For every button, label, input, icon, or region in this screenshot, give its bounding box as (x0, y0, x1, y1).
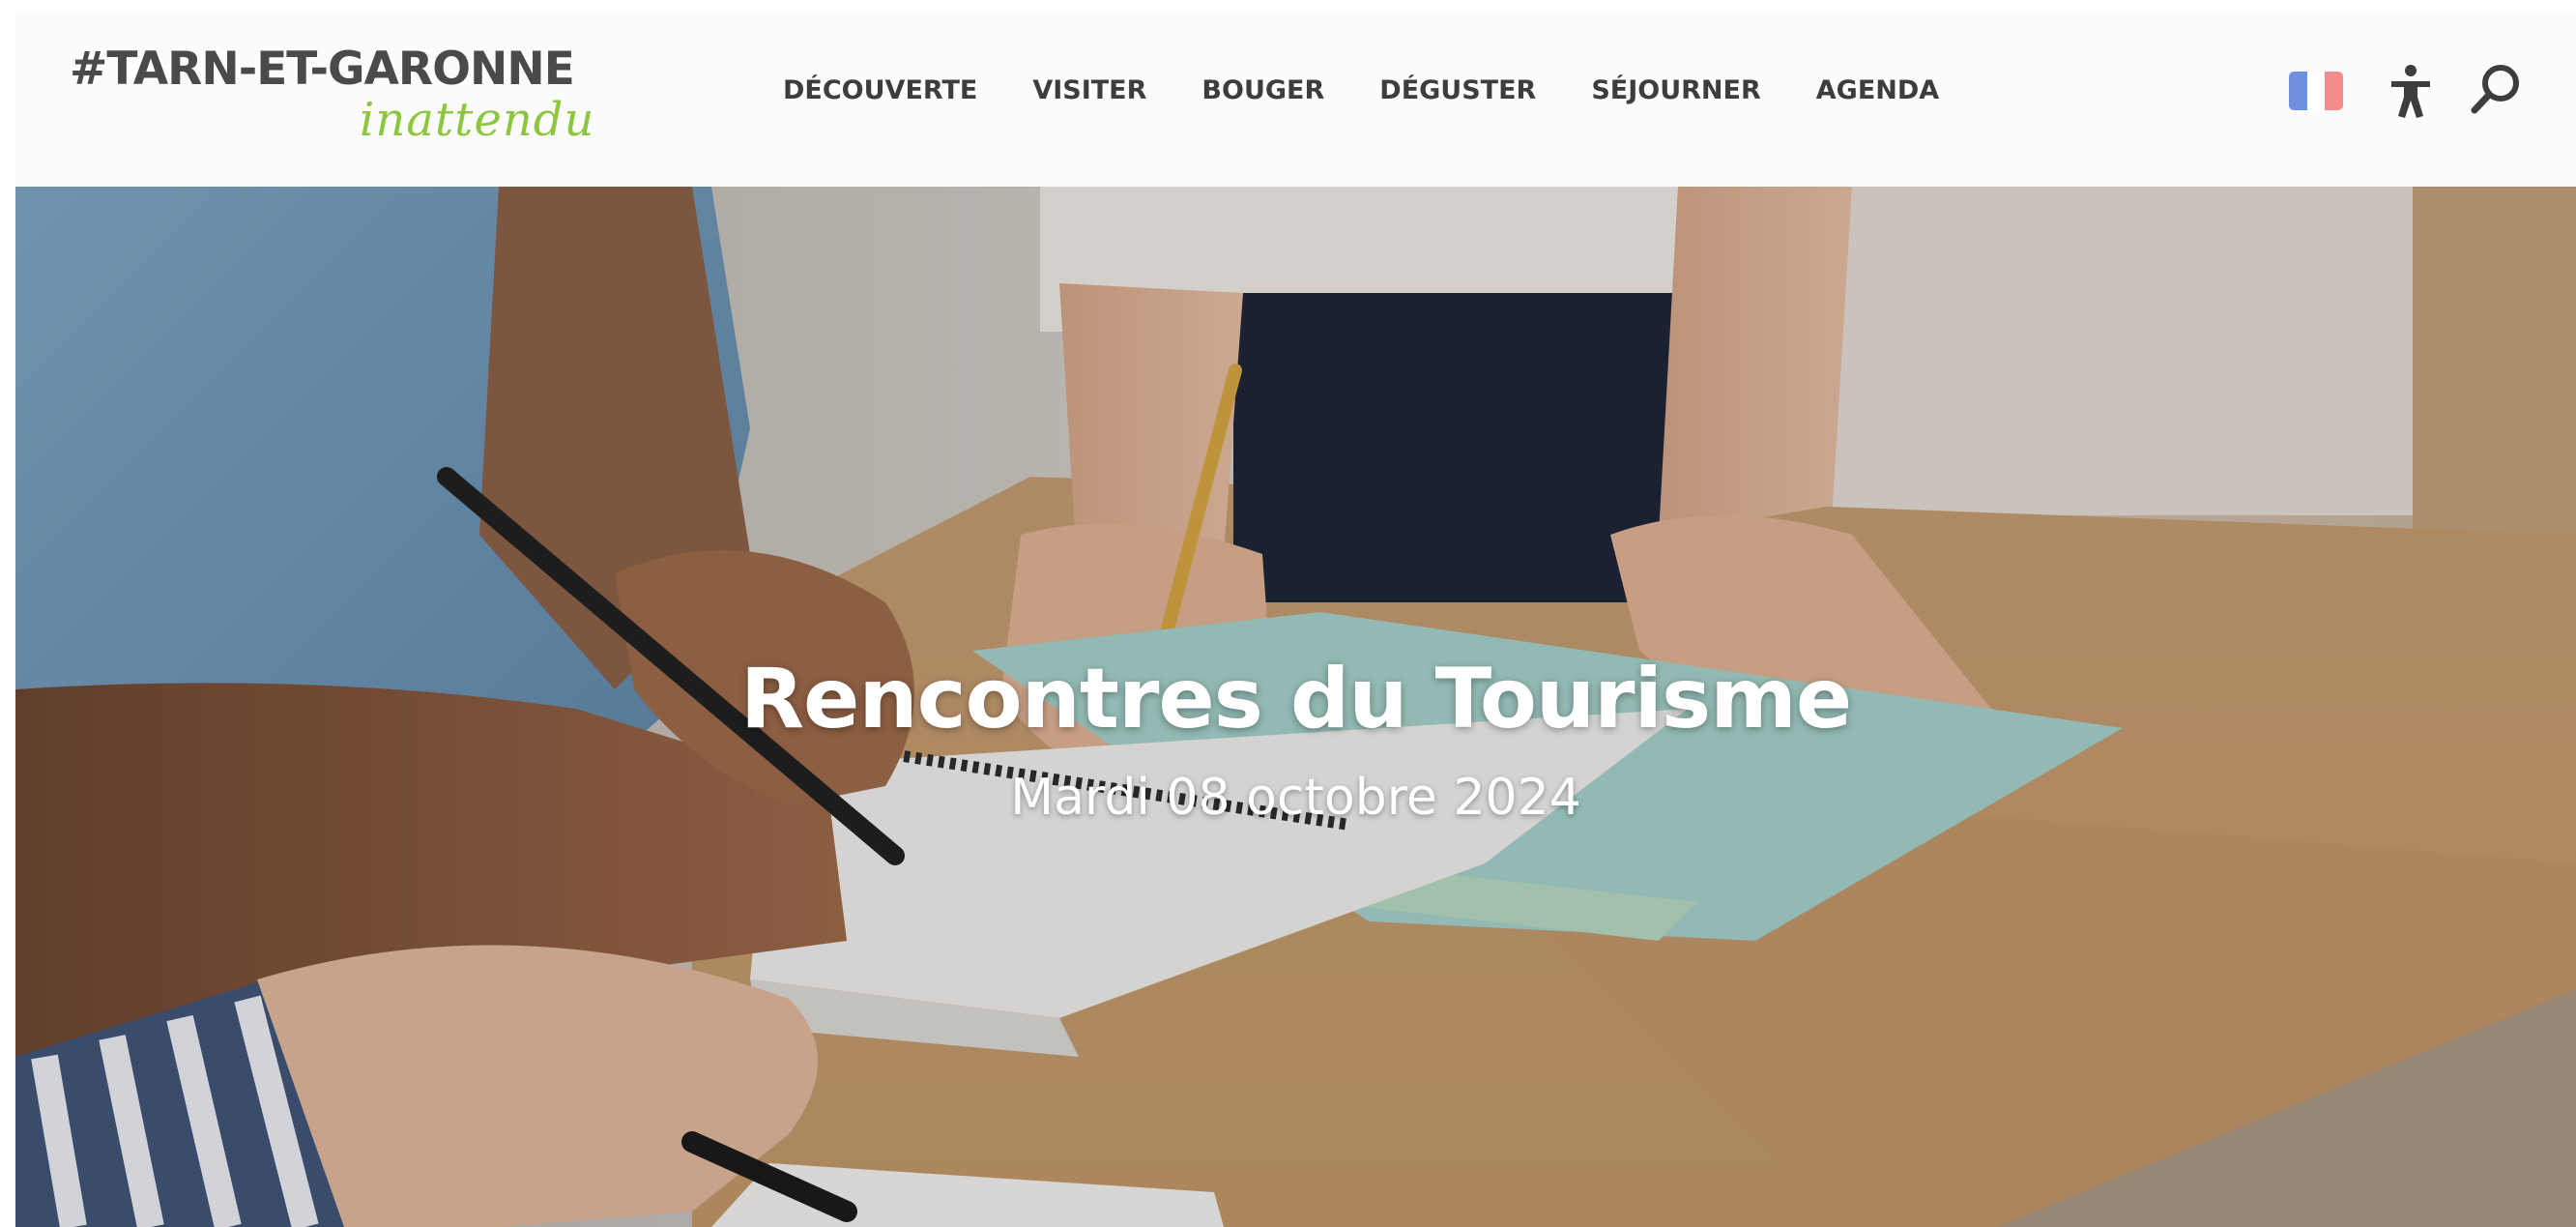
site-header: #TARN-ET-GARONNE inattendu DÉCOUVERTE VI… (15, 14, 2576, 187)
flag-blue-stripe (2289, 72, 2307, 110)
logo-sub-text: inattendu (360, 93, 595, 147)
hero-date: Mardi 08 octobre 2024 (1010, 769, 1581, 827)
hero-title: Rencontres du Tourisme (739, 651, 1852, 747)
french-flag-icon[interactable] (2289, 72, 2343, 110)
flag-red-stripe (2325, 72, 2343, 110)
nav-item-deguster[interactable]: DÉGUSTER (1379, 73, 1536, 108)
main-nav: DÉCOUVERTE VISITER BOUGER DÉGUSTER SÉJOU… (783, 73, 1939, 108)
nav-item-agenda[interactable]: AGENDA (1816, 73, 1939, 108)
site-logo[interactable]: #TARN-ET-GARONNE inattendu (70, 43, 593, 159)
nav-item-bouger[interactable]: BOUGER (1201, 73, 1324, 108)
hero-banner: Rencontres du Tourisme Mardi 08 octobre … (15, 187, 2576, 1227)
nav-item-decouverte[interactable]: DÉCOUVERTE (783, 73, 977, 108)
search-icon[interactable] (2469, 62, 2523, 116)
nav-item-sejourner[interactable]: SÉJOURNER (1591, 73, 1760, 108)
flag-white-stripe (2306, 72, 2326, 110)
page-frame: #TARN-ET-GARONNE inattendu DÉCOUVERTE VI… (15, 14, 2576, 1227)
logo-main-text: #TARN-ET-GARONNE (70, 43, 575, 96)
nav-item-visiter[interactable]: VISITER (1032, 73, 1146, 108)
accessibility-icon[interactable] (2388, 64, 2434, 118)
